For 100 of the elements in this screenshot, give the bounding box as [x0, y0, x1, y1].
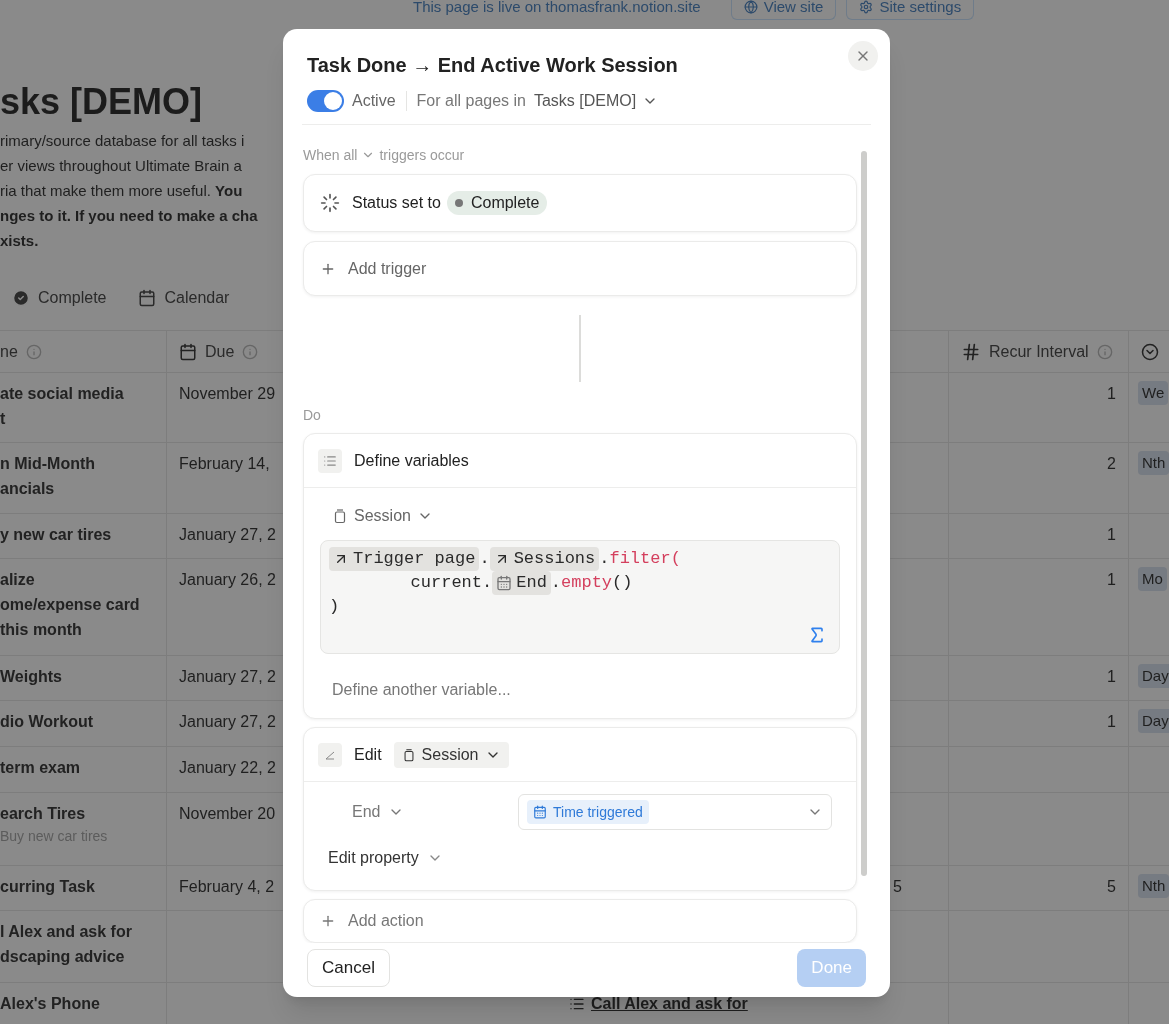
do-label: Do — [303, 406, 322, 425]
due-date: January 27, 2 — [179, 713, 276, 730]
trigger-card[interactable]: Status set to Complete — [303, 174, 857, 232]
task-name[interactable]: l Alex and ask for dscaping advice — [0, 919, 166, 969]
function-name: empty — [561, 572, 613, 594]
recur-type-tag: Nth — [1138, 451, 1169, 475]
spinner-icon — [320, 193, 340, 213]
cancel-button[interactable]: Cancel — [307, 949, 390, 987]
formula-text: . — [479, 548, 490, 570]
number-value: 5 — [893, 877, 902, 897]
task-name[interactable]: Alex's Phone — [0, 991, 166, 1016]
edit-property-button[interactable]: Edit property — [328, 846, 443, 870]
view-tab[interactable]: Calendar — [138, 286, 230, 310]
description-line: nges to it. If you need to make a cha — [0, 206, 259, 226]
calendar-icon — [179, 342, 197, 361]
view-site-button[interactable]: View site — [730, 0, 837, 20]
task-name[interactable]: term exam — [0, 755, 166, 780]
description-line: rimary/source database for all tasks i — [0, 131, 246, 151]
status-tag: Complete — [446, 191, 548, 215]
due-date: November 29 — [179, 385, 276, 402]
calendar-icon — [533, 805, 547, 819]
formula-text: . — [550, 572, 562, 594]
due-date: January 27, 2 — [179, 526, 276, 543]
add-action-button[interactable]: Add action — [303, 899, 857, 943]
due-date: February 14, — [179, 455, 270, 472]
due-date: November 20 — [179, 805, 276, 822]
check-circle-icon — [12, 289, 30, 307]
recur-interval: 1 — [1107, 525, 1116, 545]
jar-icon — [332, 508, 348, 524]
trigger-label: Status set to — [352, 193, 441, 213]
add-variable-button[interactable]: Define another variable... — [332, 678, 511, 702]
active-toggle[interactable] — [307, 90, 344, 112]
property-token[interactable]: End — [492, 571, 551, 595]
recur-type-tag: Mo — [1138, 567, 1167, 591]
calendar-icon — [138, 289, 157, 307]
task-name[interactable]: alize ome/expense card this month — [0, 567, 166, 642]
due-date: February 4, 2 — [179, 878, 275, 895]
due-date: January 27, 2 — [179, 668, 276, 685]
plus-icon — [320, 913, 336, 929]
page-title: sks [DEMO] — [0, 80, 203, 124]
relation-token[interactable]: Sessions — [489, 547, 600, 571]
formula-text: () — [612, 572, 633, 594]
description-line: xists. — [0, 231, 40, 251]
task-name[interactable]: Weights — [0, 664, 166, 689]
recur-interval: 2 — [1107, 454, 1116, 474]
recur-type-tag: We — [1138, 381, 1169, 405]
due-date: January 22, 2 — [179, 759, 276, 776]
globe-icon — [743, 0, 758, 14]
recur-interval: 5 — [1107, 877, 1116, 897]
trigger-mode-suffix: triggers occur — [379, 145, 465, 165]
jar-icon — [401, 747, 416, 762]
settings-icon — [859, 0, 874, 14]
relation-token[interactable]: Trigger page — [329, 547, 480, 571]
column-header[interactable]: ne — [0, 339, 18, 364]
recur-type-tag: Nth — [1138, 874, 1169, 898]
calendar-icon — [496, 575, 513, 591]
site-live-notice: This page is live on thomasfrank.notion.site — [413, 0, 701, 14]
task-name[interactable]: curring Task — [0, 874, 166, 899]
target-dropdown[interactable]: Session — [393, 741, 509, 768]
action-title: Edit — [354, 744, 382, 765]
value-field[interactable]: Time triggered — [518, 794, 832, 830]
formula-text: ) — [329, 596, 340, 618]
trigger-mode-dropdown[interactable]: When all — [303, 144, 376, 166]
scrollbar-thumb[interactable] — [861, 151, 867, 876]
formula-text: current. — [409, 572, 493, 594]
database-dropdown[interactable]: Tasks [DEMO] — [533, 89, 659, 113]
recur-interval: 1 — [1107, 384, 1116, 404]
column-header[interactable]: Recur Interval — [989, 339, 1089, 364]
scope-label: For all pages in — [416, 91, 526, 111]
chevron-circle-icon — [1141, 342, 1159, 361]
task-name[interactable]: dio Workout — [0, 709, 166, 734]
task-name[interactable]: n Mid-Month ancials — [0, 451, 166, 501]
view-tab[interactable]: Complete — [12, 286, 107, 310]
recur-type-tag: Day — [1138, 709, 1169, 733]
hash-icon — [961, 341, 981, 362]
recur-type-tag: Day — [1138, 664, 1169, 688]
description-line: er views throughout Ultimate Brain a — [0, 156, 243, 176]
recur-interval: 1 — [1107, 667, 1116, 687]
task-name[interactable]: earch Tires — [0, 801, 166, 826]
formula-editor[interactable]: Trigger page . Sessions .filter( current. End .empty() ) — [320, 540, 840, 654]
recur-interval: 1 — [1107, 712, 1116, 732]
angle-icon — [318, 742, 342, 767]
due-date: January 26, 2 — [179, 571, 276, 588]
site-settings-button[interactable]: Site settings — [846, 0, 975, 20]
active-label: Active — [352, 91, 396, 111]
task-name[interactable]: y new car tires — [0, 522, 166, 547]
close-button[interactable] — [848, 41, 878, 71]
column-header[interactable]: Due — [205, 339, 235, 364]
add-trigger-button[interactable]: Add trigger — [303, 241, 857, 296]
property-dropdown[interactable]: End — [328, 800, 518, 824]
description-line: ria that make them more useful. You — [0, 181, 244, 201]
task-name[interactable]: ate social media t — [0, 381, 166, 431]
recur-interval: 1 — [1107, 570, 1116, 590]
value-tag: Time triggered — [527, 800, 649, 824]
formula-text: . — [599, 548, 610, 570]
dialog-title: Task Done → End Active Work Session — [307, 53, 678, 78]
function-name: filter( — [609, 548, 681, 570]
variable-dropdown[interactable]: Session — [332, 504, 433, 528]
list-icon — [318, 448, 342, 473]
action-title: Define variables — [354, 450, 469, 471]
